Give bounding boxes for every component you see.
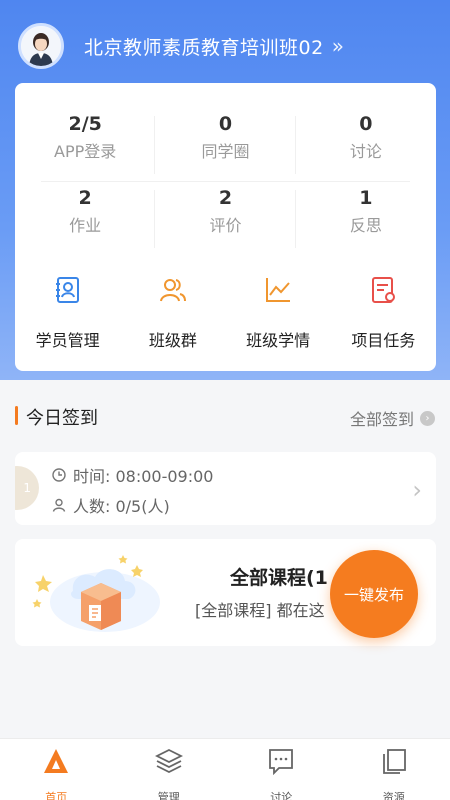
project-task-icon <box>372 277 396 303</box>
quick-label: 班级学情 <box>246 331 311 350</box>
quick-label: 班级群 <box>148 331 197 350</box>
avatar-icon <box>21 26 61 66</box>
person-icon <box>52 498 66 512</box>
layers-icon <box>154 748 183 774</box>
tab-manage[interactable]: 管理 <box>113 739 226 800</box>
quick-class-group[interactable]: 班级群 <box>120 275 225 351</box>
circle-arrow-icon: › <box>420 410 435 426</box>
course-illustration-icon <box>32 555 160 632</box>
bottom-tab-bar: 首页 管理 讨论 资源 <box>0 738 450 800</box>
course-subtitle: [全部课程] 都在这 <box>195 601 325 620</box>
stats-row: 2/5 APP登录 0 同学圈 0 讨论 <box>15 108 436 182</box>
stat-app-login[interactable]: 2/5 APP登录 <box>15 108 156 182</box>
session-count: 人数: 0/5(人) <box>73 497 170 516</box>
stat-label: 讨论 <box>349 142 382 161</box>
one-click-publish-button[interactable]: 一键发布 <box>330 550 418 638</box>
all-checkin-link[interactable]: 全部签到 › <box>350 406 435 430</box>
chevron-right-icon[interactable]: » <box>332 34 344 58</box>
stat-classmates[interactable]: 0 同学圈 <box>155 108 296 182</box>
avatar[interactable] <box>18 23 64 69</box>
checkin-session-card[interactable]: 1 时间: 08:00-09:00 人数: 0/5(人) › <box>15 452 436 525</box>
tab-label: 首页 <box>45 791 68 800</box>
checkin-section-header: 今日签到 全部签到 › <box>15 404 435 430</box>
checkin-title: 今日签到 <box>26 408 98 429</box>
tab-label: 资源 <box>382 791 405 800</box>
stat-label: 反思 <box>349 216 382 235</box>
stat-reflection[interactable]: 1 反思 <box>296 182 436 256</box>
session-count-row: 人数: 0/5(人) <box>52 493 170 517</box>
stat-discussion[interactable]: 0 讨论 <box>296 108 436 182</box>
clock-icon <box>52 468 66 482</box>
tab-home[interactable]: 首页 <box>0 739 113 800</box>
stat-label: 同学圈 <box>201 142 250 161</box>
stat-label: APP登录 <box>54 142 117 161</box>
quick-actions: 学员管理 班级群 班级学情 项目任务 <box>15 275 436 351</box>
stats-card: 2/5 APP登录 0 同学圈 0 讨论 2 作业 2 评价 1 反思 学员管理… <box>15 83 436 371</box>
session-index-badge: 1 <box>15 466 39 510</box>
stat-value: 2 <box>218 187 233 209</box>
tab-label: 讨论 <box>270 791 293 800</box>
stat-value: 2 <box>78 187 92 209</box>
home-icon <box>44 749 69 773</box>
tab-label: 管理 <box>157 791 180 800</box>
session-time: 时间: 08:00-09:00 <box>73 467 214 486</box>
quick-label: 学员管理 <box>35 331 100 350</box>
quick-student-manage[interactable]: 学员管理 <box>15 275 120 351</box>
stat-label: 作业 <box>69 216 102 235</box>
tab-discussion[interactable]: 讨论 <box>225 739 338 800</box>
discussion-icon <box>269 749 294 776</box>
stat-evaluation[interactable]: 2 评价 <box>155 182 296 256</box>
stat-value: 2/5 <box>68 113 102 135</box>
student-manage-icon <box>55 277 79 303</box>
class-stats-icon <box>266 278 291 302</box>
quick-class-stats[interactable]: 班级学情 <box>226 275 331 351</box>
class-group-icon <box>159 279 186 302</box>
class-title[interactable]: 北京教师素质教育培训班02 <box>84 33 324 60</box>
session-time-row: 时间: 08:00-09:00 <box>52 463 213 487</box>
chevron-right-icon: › <box>412 476 422 504</box>
stat-value: 0 <box>359 113 373 135</box>
tab-resources[interactable]: 资源 <box>338 739 450 800</box>
all-checkin-label: 全部签到 <box>349 410 414 429</box>
class-header[interactable]: 北京教师素质教育培训班02 » <box>18 22 344 70</box>
quick-project-task[interactable]: 项目任务 <box>331 275 436 351</box>
stats-row: 2 作业 2 评价 1 反思 <box>15 182 436 256</box>
stat-value: 0 <box>218 113 233 135</box>
resources-icon <box>382 749 406 774</box>
stat-label: 评价 <box>209 216 242 235</box>
quick-label: 项目任务 <box>351 331 416 350</box>
course-title: 全部课程(1 <box>230 567 328 589</box>
stats-grid: 2/5 APP登录 0 同学圈 0 讨论 2 作业 2 评价 1 反思 <box>15 108 436 256</box>
stat-homework[interactable]: 2 作业 <box>15 182 156 256</box>
section-accent-bar <box>15 406 18 425</box>
stat-value: 1 <box>359 187 373 209</box>
